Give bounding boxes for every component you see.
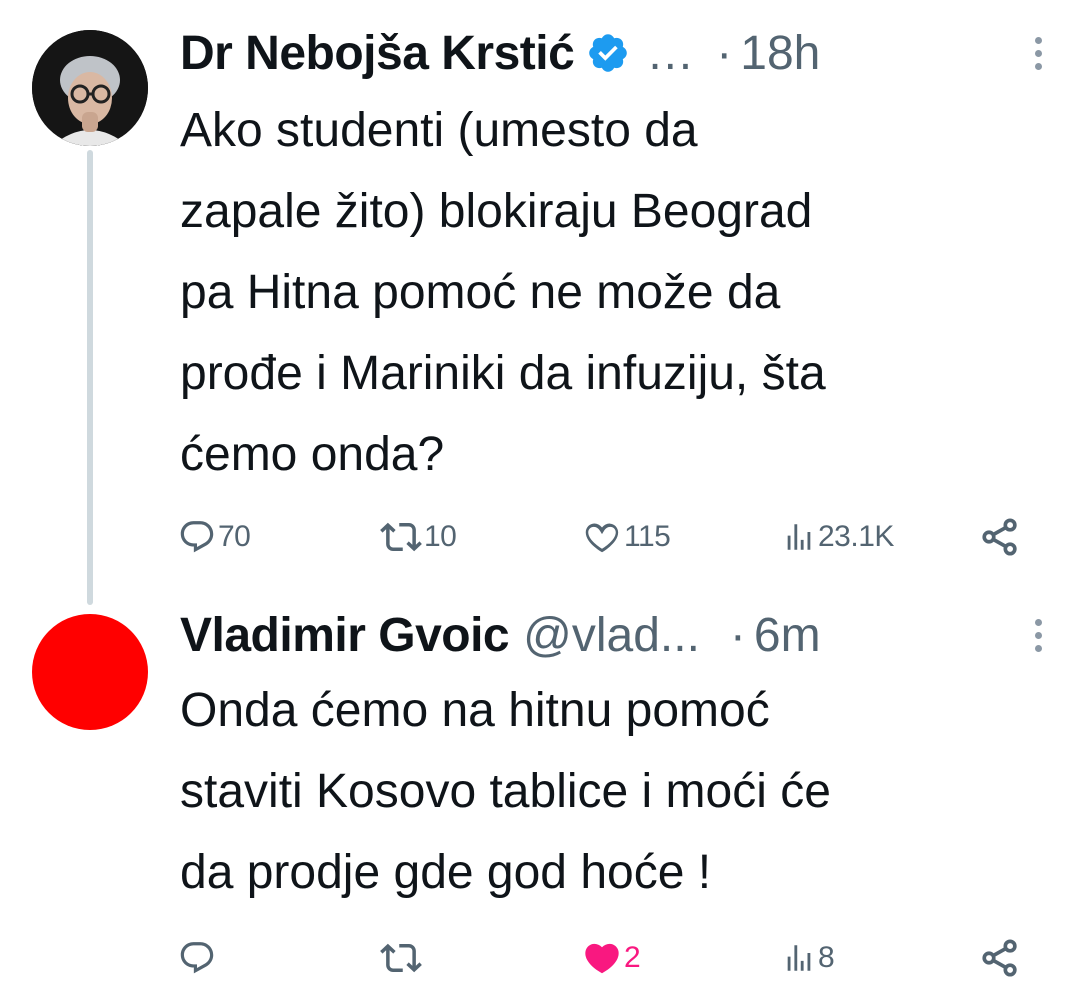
reply-button[interactable]: [178, 933, 218, 983]
repost-button[interactable]: 10: [380, 512, 457, 562]
timestamp[interactable]: 6m: [754, 608, 821, 663]
share-button[interactable]: [978, 512, 1022, 562]
views-icon: [787, 524, 811, 550]
share-icon: [982, 939, 1017, 977]
like-count: 115: [624, 520, 671, 553]
reply-icon: [180, 942, 214, 974]
verified-badge-icon[interactable]: [586, 31, 630, 75]
views-button[interactable]: 8: [782, 933, 835, 983]
repost-icon: [380, 522, 422, 552]
reply-button[interactable]: 70: [178, 512, 251, 562]
tweet-actions: 70 10 115 23.1K: [178, 512, 1040, 562]
heart-icon: [585, 523, 619, 553]
repost-icon: [380, 943, 422, 973]
view-count: 23.1K: [818, 520, 894, 553]
author-name[interactable]: Vladimir Gvoic: [180, 608, 510, 663]
like-button[interactable]: 2: [582, 933, 641, 983]
timestamp[interactable]: 18h: [740, 26, 820, 81]
tweet-text: Ako studenti (umesto da zapale žito) blo…: [180, 104, 826, 481]
share-button[interactable]: [978, 933, 1022, 983]
view-count: 8: [818, 941, 835, 974]
more-options-icon[interactable]: [1018, 22, 1058, 84]
thread-line: [87, 150, 93, 605]
repost-count: 10: [424, 520, 457, 553]
separator-dot: ·: [716, 26, 733, 80]
author-avatar[interactable]: [32, 30, 148, 146]
heart-filled-icon: [585, 943, 619, 974]
tweet[interactable]: Dr Nebojša Krstić … · 18h Ako studenti (…: [0, 0, 1078, 605]
like-count: 2: [624, 941, 641, 974]
author-handle[interactable]: @vlad...: [523, 608, 700, 663]
tweet-actions: 2 8: [178, 933, 1040, 983]
like-button[interactable]: 115: [582, 512, 671, 562]
author-handle[interactable]: …: [646, 26, 694, 81]
repost-button[interactable]: [380, 933, 424, 983]
separator-dot: ·: [729, 608, 746, 662]
views-icon: [787, 945, 811, 971]
share-icon: [982, 518, 1017, 556]
tweet-header: Vladimir Gvoic @vlad... · 6m: [180, 604, 1058, 666]
tweet-header: Dr Nebojša Krstić … · 18h: [180, 22, 1058, 84]
reply-count: 70: [218, 520, 251, 553]
avatar-photo: [32, 30, 148, 146]
tweet[interactable]: Vladimir Gvoic @vlad... · 6m Onda ćemo n…: [0, 600, 1078, 1004]
more-options-icon[interactable]: [1018, 604, 1058, 666]
views-button[interactable]: 23.1K: [782, 512, 894, 562]
reply-icon: [180, 521, 214, 553]
author-name[interactable]: Dr Nebojša Krstić: [180, 26, 575, 81]
author-avatar[interactable]: [32, 614, 148, 730]
tweet-text: Onda ćemo na hitnu pomoć staviti Kosovo …: [180, 684, 831, 899]
